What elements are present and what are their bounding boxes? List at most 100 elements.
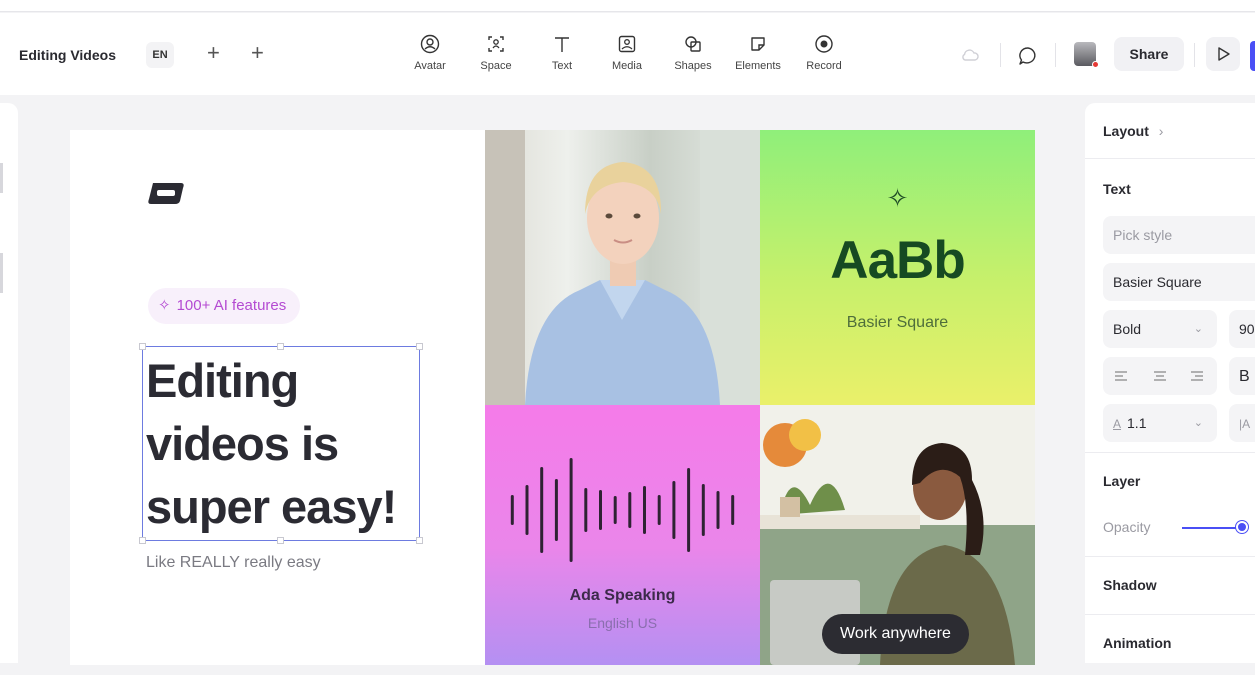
bold-toggle[interactable]: B xyxy=(1229,357,1255,395)
layer-heading: Layer xyxy=(1103,473,1141,489)
text-heading: Text xyxy=(1103,181,1131,197)
waveform-bar xyxy=(554,479,558,541)
opacity-label: Opacity xyxy=(1103,519,1151,535)
waveform-bar xyxy=(716,491,720,529)
font-preview-card[interactable]: ✧ AaBb Basier Square xyxy=(760,130,1035,405)
font-family-value: Basier Square xyxy=(1113,274,1202,290)
waveform-bar xyxy=(628,492,632,528)
media-icon xyxy=(618,35,636,53)
waveform-bar xyxy=(599,490,602,530)
avatar-tool-label: Avatar xyxy=(414,60,446,72)
pick-style-placeholder: Pick style xyxy=(1113,227,1173,243)
waveform-bar xyxy=(584,488,588,532)
chevron-down-icon: ⌄ xyxy=(1193,323,1203,335)
brand-logo-icon xyxy=(148,183,184,204)
opacity-slider-track[interactable] xyxy=(1182,527,1242,529)
toolbar-divider-3 xyxy=(1194,43,1195,67)
avatar-tool-button[interactable]: Avatar xyxy=(398,33,462,72)
headline-line: Editing xyxy=(146,354,299,407)
waveform-bar xyxy=(510,495,514,525)
document-title[interactable]: Editing Videos xyxy=(19,47,116,63)
space-tool-button[interactable]: Space xyxy=(464,33,528,72)
text-section: Text Pick style Basier Square Bold ⌄ 90 … xyxy=(1085,159,1255,453)
waveform-bar xyxy=(525,485,529,535)
headline-text[interactable]: Editing videos is super easy! xyxy=(146,349,446,538)
shadow-heading: Shadow xyxy=(1103,577,1157,593)
voice-language-label: English US xyxy=(587,615,658,631)
generate-button[interactable] xyxy=(1250,41,1255,71)
shadow-section[interactable]: Shadow xyxy=(1085,557,1255,615)
font-sample-text: AaBb xyxy=(830,231,965,290)
font-name-label: Basier Square xyxy=(846,314,949,331)
shapes-icon xyxy=(685,36,701,52)
add-plus-icon[interactable]: + xyxy=(207,41,220,65)
align-center-icon[interactable] xyxy=(1153,369,1167,383)
text-tool-button[interactable]: Text xyxy=(530,33,594,72)
properties-panel: Layout › Text Pick style Basier Square B… xyxy=(1085,103,1255,663)
headline-line: videos is xyxy=(146,417,339,470)
align-left-icon[interactable] xyxy=(1114,369,1128,383)
media-tool-button[interactable]: Media xyxy=(595,33,659,72)
toolbar-divider-2 xyxy=(1055,43,1056,67)
waveform-bar xyxy=(540,467,544,553)
user-avatar[interactable] xyxy=(1074,42,1099,68)
waveform-bar xyxy=(657,495,661,525)
comment-icon[interactable] xyxy=(1017,45,1039,67)
animation-section[interactable]: Animation xyxy=(1085,615,1255,675)
align-right-icon[interactable] xyxy=(1190,369,1204,383)
scene-thumb-edge[interactable] xyxy=(0,163,3,193)
font-size-field[interactable]: 90 xyxy=(1229,310,1255,348)
preview-play-button[interactable] xyxy=(1206,37,1240,71)
space-icon xyxy=(488,36,504,52)
subheadline-text[interactable]: Like REALLY really easy xyxy=(146,554,321,572)
layout-section[interactable]: Layout › xyxy=(1085,103,1255,159)
record-tool-button[interactable]: Record xyxy=(792,33,856,72)
letter-spacing-field[interactable]: |A xyxy=(1229,404,1255,442)
font-family-dropdown[interactable]: Basier Square xyxy=(1103,263,1255,301)
space-tool-label: Space xyxy=(480,60,512,72)
letter-spacing-icon: |A xyxy=(1239,417,1251,431)
layout-heading[interactable]: Layout › xyxy=(1103,123,1163,139)
top-toolbar: Editing Videos EN + + Avatar Space Text … xyxy=(0,13,1255,95)
resize-handle[interactable] xyxy=(277,537,284,544)
media-tool-label: Media xyxy=(612,60,642,72)
window-top-strip xyxy=(0,0,1255,12)
shapes-tool-label: Shapes xyxy=(674,60,712,72)
chevron-right-icon: › xyxy=(1158,123,1164,139)
voice-name-label: Ada Speaking xyxy=(569,587,676,604)
waveform-bar xyxy=(643,486,646,534)
bold-icon: B xyxy=(1239,368,1250,385)
ai-features-badge: ✧ 100+ AI features xyxy=(148,288,301,324)
voice-card[interactable]: Ada Speaking English US xyxy=(485,405,760,665)
video-canvas[interactable]: ✧ 100+ AI features Editing videos is supe… xyxy=(70,130,1035,665)
elements-icon xyxy=(751,37,765,51)
record-tool-label: Record xyxy=(806,60,842,72)
language-button[interactable]: EN xyxy=(146,42,174,68)
waveform-bar xyxy=(672,481,676,539)
sparkle-icon: ✧ xyxy=(158,297,171,314)
presenter-illustration xyxy=(485,130,760,405)
text-tool-label: Text xyxy=(551,60,573,72)
font-weight-value: Bold xyxy=(1113,321,1142,337)
resize-handle[interactable] xyxy=(416,537,423,544)
pick-style-dropdown[interactable]: Pick style xyxy=(1103,216,1255,254)
ai-features-badge-label: 100+ AI features xyxy=(176,297,287,314)
add-plus-icon-2[interactable]: + xyxy=(251,41,264,65)
elements-tool-button[interactable]: Elements xyxy=(726,33,790,72)
line-height-dropdown[interactable]: A 1.1 ⌄ xyxy=(1103,404,1217,442)
layout-heading-label: Layout xyxy=(1103,123,1149,139)
opacity-slider-knob[interactable] xyxy=(1235,521,1248,533)
cloud-sync-icon xyxy=(962,49,979,61)
scene-thumb-edge-2[interactable] xyxy=(0,253,3,293)
left-scene-panel xyxy=(0,103,18,663)
share-button[interactable]: Share xyxy=(1114,37,1184,71)
shapes-tool-button[interactable]: Shapes xyxy=(661,33,725,72)
avatar-presenter-image[interactable] xyxy=(485,130,760,405)
text-icon xyxy=(555,37,569,52)
font-weight-dropdown[interactable]: Bold ⌄ xyxy=(1103,310,1217,348)
resize-handle[interactable] xyxy=(139,343,146,350)
waveform-bar xyxy=(731,495,735,525)
resize-handle[interactable] xyxy=(139,537,146,544)
waveform-bar xyxy=(569,458,573,562)
chevron-down-icon: ⌄ xyxy=(1193,417,1203,429)
